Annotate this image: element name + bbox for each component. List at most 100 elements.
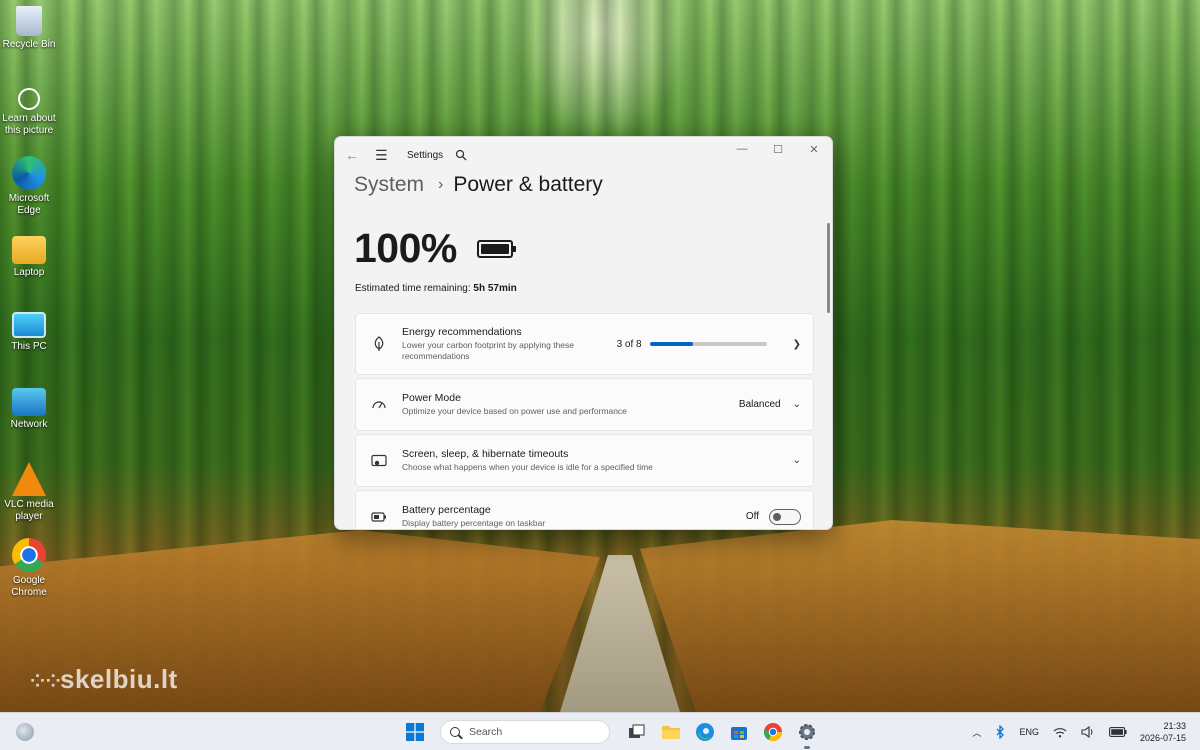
bluetooth-icon[interactable]	[995, 725, 1005, 739]
monitor-icon	[12, 312, 46, 338]
battery-saver-icon	[370, 508, 388, 526]
card-text: Screen, sleep, & hibernate timeouts Choo…	[402, 448, 781, 473]
desktop-icon-label: Google Chrome	[11, 575, 47, 598]
edge-taskbar-icon[interactable]	[694, 721, 716, 743]
task-view-icon[interactable]	[626, 721, 648, 743]
weather-widget-icon[interactable]	[16, 723, 34, 741]
settings-taskbar-icon[interactable]	[796, 721, 818, 749]
taskbar-search-placeholder: Search	[469, 726, 503, 738]
start-button-icon[interactable]	[404, 721, 426, 743]
search-icon[interactable]	[455, 148, 469, 162]
breadcrumb-parent[interactable]: System	[354, 173, 424, 197]
battery-status: 100%	[354, 225, 516, 272]
chevron-up-icon[interactable]: ︿	[972, 726, 981, 739]
desktop-icon-chrome[interactable]: Google Chrome	[0, 538, 58, 599]
chrome-taskbar-icon[interactable]	[762, 721, 784, 743]
card-right: Off	[745, 508, 801, 525]
close-icon[interactable]: ✕	[796, 137, 832, 161]
window-controls: — ☐ ✕	[724, 137, 832, 161]
user-folder-icon	[12, 236, 46, 264]
desktop-icon-label: VLC media player	[4, 499, 54, 522]
card-screen-sleep-timeouts[interactable]: Screen, sleep, & hibernate timeouts Choo…	[355, 434, 814, 487]
vlc-icon	[12, 462, 46, 496]
battery-tray-icon[interactable]	[1109, 727, 1127, 737]
recommendations-count: 3 of 8	[616, 338, 642, 350]
taskbar-center: Search	[398, 713, 824, 750]
leaf-icon	[370, 335, 388, 353]
minimize-icon[interactable]: —	[724, 137, 760, 161]
power-mode-select[interactable]: Balanced ⌄	[739, 399, 801, 410]
card-title: Battery percentage	[402, 504, 491, 516]
card-energy-recommendations[interactable]: Energy recommendations Lower your carbon…	[355, 313, 814, 375]
page-title: Power & battery	[453, 173, 603, 196]
card-subtitle: Choose what happens when your device is …	[402, 462, 653, 472]
card-text: Power Mode Optimize your device based on…	[402, 392, 739, 417]
hamburger-menu-icon[interactable]: ☰	[375, 147, 393, 164]
desktop-icon-label: Network	[10, 419, 48, 430]
breadcrumb-separator: ›	[438, 176, 444, 193]
microsoft-store-icon[interactable]	[728, 721, 750, 743]
battery-percent: 100%	[354, 225, 457, 271]
edge-icon	[12, 156, 46, 190]
recommendations-progress	[649, 342, 767, 346]
battery-percentage-toggle[interactable]	[769, 508, 801, 525]
back-arrow-icon[interactable]: ←	[345, 147, 363, 163]
file-explorer-icon[interactable]	[660, 721, 682, 743]
desktop-icon-label: Microsoft Edge	[8, 193, 50, 216]
progress-fill	[649, 342, 694, 346]
card-title: Power Mode	[402, 392, 461, 404]
card-right: 3 of 8 ❯	[617, 339, 801, 350]
card-subtitle: Optimize your device based on power use …	[402, 406, 627, 416]
desktop-icon-learn-about[interactable]: Learn about this picture	[0, 88, 58, 137]
wifi-icon[interactable]	[1053, 727, 1067, 738]
desktop-icon-vlc[interactable]: VLC media player	[0, 462, 58, 523]
desktop-icon-recycle-bin[interactable]: Recycle Bin	[0, 6, 58, 51]
language-indicator[interactable]: ENG	[1019, 727, 1039, 737]
desktop-icon-label: Learn about this picture	[2, 113, 56, 136]
chevron-down-icon[interactable]: ⌄	[793, 455, 801, 466]
chevron-down-icon: ⌄	[792, 399, 801, 410]
battery-full-icon	[476, 239, 516, 258]
settings-window: ← ☰ Settings — ☐ ✕ System › Power & batt…	[334, 136, 833, 530]
scrollbar[interactable]	[827, 223, 830, 313]
desktop-icon-label: Laptop	[13, 267, 45, 278]
card-text: Energy recommendations Lower your carbon…	[402, 326, 617, 362]
taskbar: Search ︿ ENG 21:33 2026-07-15	[0, 712, 1200, 750]
wallpaper-grass-right	[640, 520, 1200, 712]
card-right: ⌄	[781, 455, 801, 466]
watermark: ⁘⁘skelbiu.lt	[30, 664, 178, 695]
network-icon	[12, 388, 46, 416]
watermark-text: skelbiu.lt	[60, 664, 178, 694]
toggle-state-label: Off	[745, 511, 759, 522]
breadcrumb: System › Power & battery	[354, 173, 603, 197]
volume-icon[interactable]	[1081, 726, 1095, 738]
estimated-time-value: 5h 57min	[473, 283, 517, 294]
power-mode-value: Balanced	[738, 399, 781, 410]
clock-date: 2026-07-15	[1139, 733, 1186, 743]
screen-sleep-icon	[370, 452, 388, 470]
desktop-icon-laptop[interactable]: Laptop	[0, 236, 58, 279]
search-icon	[450, 727, 460, 737]
card-title: Screen, sleep, & hibernate timeouts	[402, 448, 569, 460]
card-battery-percentage: Battery percentage Display battery perce…	[355, 490, 814, 529]
clock[interactable]: 21:33 2026-07-15	[1140, 720, 1186, 744]
system-tray: ︿ ENG 21:33 2026-07-15	[965, 713, 1200, 750]
card-text: Battery percentage Display battery perce…	[402, 504, 746, 529]
titlebar: ← ☰ Settings — ☐ ✕	[335, 137, 832, 173]
taskbar-search-input[interactable]: Search	[440, 720, 610, 744]
active-app-indicator	[804, 746, 810, 749]
maximize-icon[interactable]: ☐	[760, 137, 796, 161]
clock-time: 21:33	[1163, 721, 1186, 731]
desktop-icon-this-pc[interactable]: This PC	[0, 312, 58, 353]
chevron-right-icon: ❯	[792, 338, 801, 350]
estimated-time-label: Estimated time remaining:	[355, 283, 471, 294]
recycle-bin-icon	[16, 6, 42, 36]
app-title: Settings	[407, 149, 444, 161]
learn-about-icon	[18, 88, 40, 110]
card-power-mode[interactable]: Power Mode Optimize your device based on…	[355, 378, 814, 431]
desktop-icon-network[interactable]: Network	[0, 388, 58, 431]
desktop-icon-label: Recycle Bin	[2, 39, 56, 50]
desktop-icon-edge[interactable]: Microsoft Edge	[0, 156, 58, 217]
card-subtitle: Display battery percentage on taskbar	[402, 518, 546, 528]
chrome-icon	[12, 538, 46, 572]
